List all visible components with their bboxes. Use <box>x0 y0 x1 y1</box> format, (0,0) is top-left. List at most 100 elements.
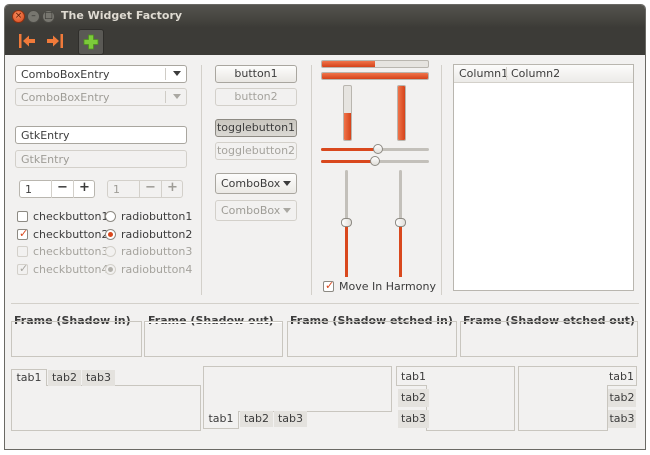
spin-minus-button[interactable]: − <box>51 180 73 198</box>
toolbar <box>5 27 645 55</box>
column-divider <box>506 67 507 80</box>
scale-fill <box>345 223 348 277</box>
check-mark-icon: ✓ <box>19 262 29 275</box>
checkbutton1-label[interactable]: checkbutton1 <box>33 210 109 223</box>
hscale-2-slider-handle[interactable] <box>370 156 380 166</box>
radiobutton2[interactable] <box>105 229 116 240</box>
notebook-left-tab1[interactable]: tab1 <box>396 366 427 386</box>
frame-shadow-in <box>11 321 142 357</box>
combo-box[interactable]: ComboBox <box>215 173 297 194</box>
combo-box-entry[interactable]: ComboBoxEntry <box>15 65 187 83</box>
maximize-button[interactable]: □ <box>42 10 55 23</box>
combo-box-entry-disabled: ComboBoxEntry <box>15 88 187 106</box>
progress-fill <box>398 86 405 140</box>
spin-plus-button: + <box>161 180 183 198</box>
notebook-top-tab3[interactable]: tab3 <box>82 370 115 386</box>
checkbutton4: ✓ <box>17 262 29 275</box>
radiobutton2-label[interactable]: radiobutton2 <box>121 228 192 241</box>
hscale-1-slider-handle[interactable] <box>373 144 383 154</box>
radio-dot <box>108 232 113 237</box>
close-button[interactable]: × <box>12 10 25 23</box>
notebook-bottom-tab3[interactable]: tab3 <box>274 411 307 427</box>
notebook-top-tab1[interactable]: tab1 <box>11 369 47 386</box>
notebook-top-tab2[interactable]: tab2 <box>48 370 81 386</box>
minimize-icon: – <box>31 11 36 21</box>
combo-box-disabled: ComboBox <box>215 200 297 221</box>
chevron-down-icon[interactable] <box>173 71 181 76</box>
frame-shadow-etched-out <box>460 321 638 357</box>
notebook-bottom-tab1[interactable]: tab1 <box>203 411 239 429</box>
spin-button-disabled: 1 − + <box>107 180 183 198</box>
notebook-left-tab2[interactable]: tab2 <box>398 389 429 407</box>
notebook-right-tab3[interactable]: tab3 <box>608 410 636 428</box>
checkbutton1[interactable] <box>17 211 28 222</box>
add-icon <box>83 34 99 50</box>
radiobutton1-label[interactable]: radiobutton1 <box>121 210 192 223</box>
notebook-right-tab1[interactable]: tab1 <box>607 366 637 386</box>
notebook-top-page <box>11 385 201 431</box>
button2: button2 <box>215 88 297 106</box>
vscale-1-slider-handle[interactable] <box>341 218 352 227</box>
chevron-down-icon <box>283 208 291 213</box>
spin-plus-button[interactable]: + <box>73 180 95 198</box>
radiobutton3-label: radiobutton3 <box>121 245 193 258</box>
separator <box>11 303 639 304</box>
go-last-icon <box>47 34 63 48</box>
radiobutton4 <box>105 264 116 275</box>
radiobutton3 <box>105 246 116 257</box>
maximize-icon: □ <box>44 11 53 21</box>
scale-fill <box>321 148 378 151</box>
separator <box>201 65 202 295</box>
go-last-button[interactable] <box>43 29 67 53</box>
checkbutton4-label: checkbutton4 <box>33 263 109 276</box>
notebook-right-tab2[interactable]: tab2 <box>608 389 636 407</box>
button1[interactable]: button1 <box>215 65 297 83</box>
separator <box>441 65 442 295</box>
checkbutton2[interactable]: ✓ <box>17 227 29 240</box>
notebook-left-page <box>426 366 515 431</box>
radiobutton4-label: radiobutton4 <box>121 263 193 276</box>
spin-minus-button: − <box>139 180 161 198</box>
combo-box-entry-value: ComboBoxEntry <box>21 68 110 81</box>
chevron-down-icon <box>173 94 181 99</box>
progress-fill <box>322 73 428 79</box>
go-first-icon <box>19 34 35 48</box>
gtk-entry-disabled-value: GtkEntry <box>21 153 70 166</box>
togglebutton1[interactable]: togglebutton1 <box>215 119 297 137</box>
add-button[interactable] <box>78 29 104 55</box>
notebook-bottom-tab2[interactable]: tab2 <box>240 411 273 427</box>
check-mark-icon: ✓ <box>19 227 29 240</box>
column2-header[interactable]: Column2 <box>511 67 560 80</box>
progress-fill <box>322 61 375 67</box>
gtk-entry[interactable]: GtkEntry <box>15 126 187 144</box>
check-mark-icon: ✓ <box>325 279 335 292</box>
gtk-entry-value: GtkEntry <box>21 129 70 142</box>
checkbutton3 <box>17 246 28 257</box>
combo-box-disabled-value: ComboBox <box>221 204 281 217</box>
notebook-bottom-page <box>203 366 392 412</box>
frame-shadow-out <box>144 321 283 357</box>
progress-fill <box>344 113 351 140</box>
scale-fill <box>399 223 402 277</box>
move-in-harmony-checkbox[interactable]: ✓ <box>323 279 335 292</box>
radiobutton1[interactable] <box>105 211 116 222</box>
gtk-entry-disabled: GtkEntry <box>15 150 187 168</box>
minimize-button[interactable]: – <box>27 10 40 23</box>
progress-bar-2 <box>321 72 429 80</box>
go-first-button[interactable] <box>15 29 39 53</box>
combo-box-value: ComboBox <box>221 177 281 190</box>
notebook-right-page <box>518 366 608 431</box>
tree-header: Column1 Column2 <box>454 65 633 83</box>
progress-bar-1 <box>321 60 429 68</box>
vscale-2-slider-handle[interactable] <box>395 218 406 227</box>
close-icon: × <box>14 11 23 21</box>
separator <box>311 65 312 295</box>
checkbutton2-label[interactable]: checkbutton2 <box>33 228 109 241</box>
move-in-harmony-label[interactable]: Move In Harmony <box>339 280 436 293</box>
tree-view[interactable]: Column1 Column2 <box>453 64 634 291</box>
spin-disabled-value: 1 <box>113 183 120 196</box>
titlebar: × – □ The Widget Factory <box>5 5 645 27</box>
column1-header[interactable]: Column1 <box>459 67 508 80</box>
spin-button[interactable]: 1 − + <box>19 180 95 198</box>
notebook-left-tab3[interactable]: tab3 <box>398 410 429 428</box>
